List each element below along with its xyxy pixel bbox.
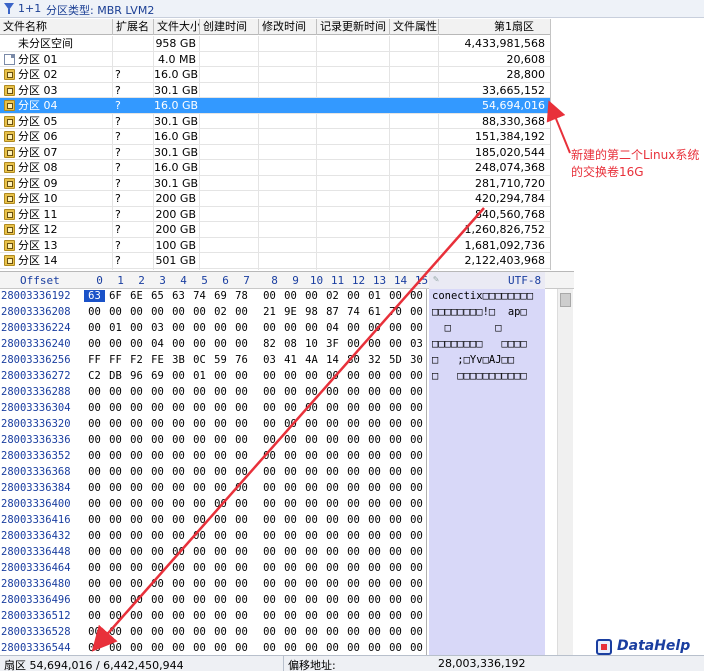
arrow-to-partition-04 <box>546 100 571 154</box>
annotation-text: 新建的第二个Linux系统的交换卷16G <box>571 148 700 179</box>
datahelp-logo: DataHelp <box>596 638 700 660</box>
arrow-to-sector-status <box>91 207 485 652</box>
annotation-arrows <box>91 100 571 652</box>
datahelp-logo-text: DataHelp <box>617 638 691 654</box>
datahelp-logo-icon <box>596 639 612 655</box>
